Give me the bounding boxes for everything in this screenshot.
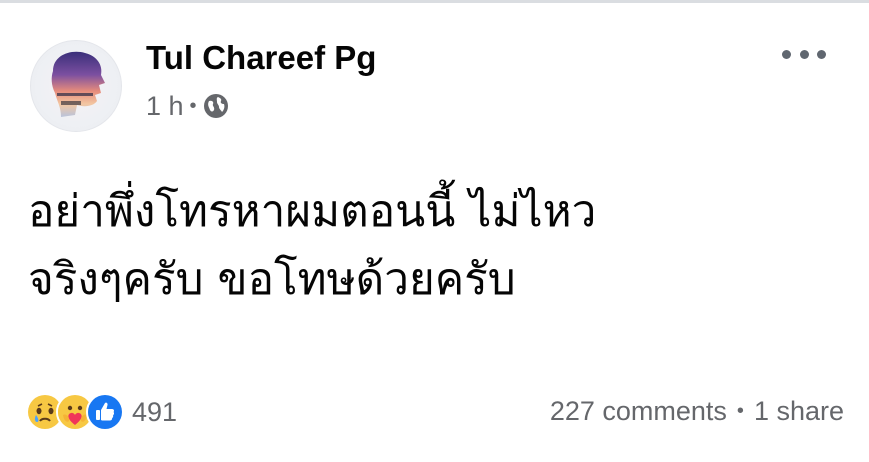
post-meta: 1 h • (146, 88, 229, 124)
shares-link[interactable]: 1 share (754, 396, 844, 427)
more-options-icon[interactable] (782, 44, 826, 64)
post-time[interactable]: 1 h (146, 91, 184, 122)
post-body: อย่าพึ่งโทรหาผมตอนนี้ ไม่ไหวจริงๆครับ ขอ… (28, 178, 848, 314)
stats-separator: • (736, 400, 744, 422)
reaction-count: 491 (132, 396, 178, 427)
top-border (0, 0, 869, 3)
avatar-image (51, 51, 105, 117)
post-footer: 491 227 comments • 1 share (26, 388, 844, 436)
like-icon (86, 393, 124, 431)
post-body-line: อย่าพึ่งโทรหาผมตอนนี้ ไม่ไหว (28, 186, 597, 237)
post-header: Tul Chareef Pg 1 h • (30, 32, 840, 132)
author-name[interactable]: Tul Chareef Pg (146, 36, 376, 80)
meta-separator: • (189, 94, 197, 117)
comments-link[interactable]: 227 comments (550, 396, 727, 427)
avatar[interactable] (30, 40, 122, 132)
reactions-summary[interactable]: 491 (26, 392, 177, 432)
globe-icon[interactable] (203, 93, 229, 119)
post-body-line: จริงๆครับ ขอโทษด้วยครับ (28, 254, 516, 305)
post-stats: 227 comments • 1 share (550, 396, 844, 427)
